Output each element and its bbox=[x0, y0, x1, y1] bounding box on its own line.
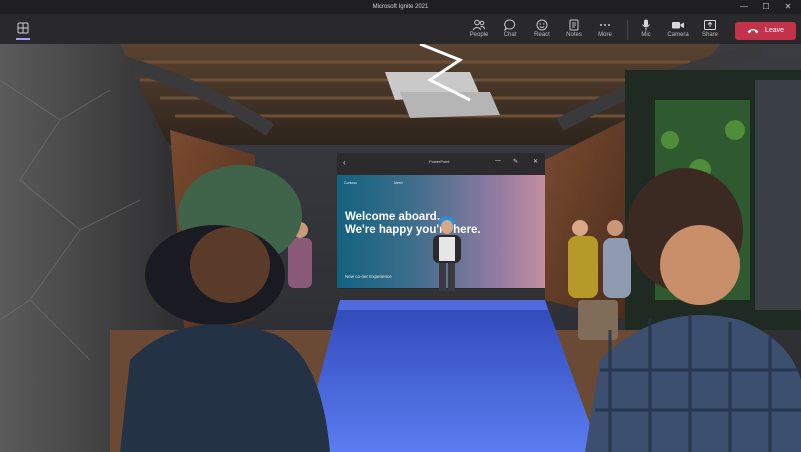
mic-icon bbox=[642, 19, 650, 31]
react-icon bbox=[536, 19, 548, 31]
pin-icon[interactable]: ✎ bbox=[513, 158, 518, 165]
slide-caption: New co-ner Experience bbox=[345, 274, 392, 279]
chat-label: Chat bbox=[503, 32, 517, 38]
mic-label: Mic bbox=[641, 32, 651, 38]
close-panel-icon[interactable]: ✕ bbox=[533, 158, 538, 165]
mic-button[interactable]: Mic bbox=[629, 19, 663, 43]
react-button[interactable]: React bbox=[525, 19, 559, 43]
toolbar-separator bbox=[627, 20, 628, 40]
shared-window-titlebar: ‹ PowerPoint — ✎ ✕ bbox=[337, 153, 545, 173]
chat-button[interactable]: Chat bbox=[493, 19, 527, 43]
presenter-avatar bbox=[433, 216, 461, 291]
mesh-room-view[interactable]: ‹ PowerPoint — ✎ ✕ Contoso Mesh Welcome … bbox=[0, 44, 801, 452]
slide-top-mid-text: Mesh bbox=[394, 181, 403, 185]
camera-button[interactable]: Camera bbox=[661, 19, 695, 43]
more-label: More bbox=[598, 32, 612, 38]
active-view-indicator bbox=[16, 38, 30, 40]
back-arrow-icon[interactable]: ‹ bbox=[343, 158, 346, 167]
people-label: People bbox=[469, 32, 489, 38]
notes-icon bbox=[569, 19, 579, 31]
minimize-panel-icon[interactable]: — bbox=[495, 158, 501, 164]
chat-icon bbox=[504, 19, 516, 31]
share-label: Share bbox=[701, 32, 718, 38]
minimize-button[interactable]: — bbox=[733, 1, 755, 13]
notes-label: Notes bbox=[566, 32, 582, 38]
notes-button[interactable]: Notes bbox=[557, 19, 591, 43]
slide-top-left-text: Contoso bbox=[344, 181, 358, 185]
share-button[interactable]: Share bbox=[693, 19, 727, 43]
window-title: Microsoft Ignite 2021 bbox=[372, 4, 429, 10]
people-button[interactable]: People bbox=[462, 19, 496, 43]
close-button[interactable]: ✕ bbox=[777, 1, 799, 13]
react-label: React bbox=[534, 32, 550, 38]
hang-up-icon bbox=[747, 29, 759, 34]
presentation-slide: Contoso Mesh Welcome aboard. We're happy… bbox=[337, 175, 545, 291]
leave-button[interactable]: Leave bbox=[735, 22, 796, 40]
view-switcher-button[interactable] bbox=[14, 20, 32, 40]
grid-view-icon bbox=[17, 22, 29, 34]
people-icon bbox=[472, 19, 486, 31]
shared-window-title: PowerPoint bbox=[429, 159, 450, 164]
leave-label: Leave bbox=[765, 27, 785, 34]
more-icon bbox=[600, 24, 610, 26]
maximize-button[interactable]: ☐ bbox=[755, 1, 777, 13]
camera-icon bbox=[672, 22, 684, 29]
camera-label: Camera bbox=[667, 32, 689, 38]
more-button[interactable]: More bbox=[588, 19, 622, 43]
share-icon bbox=[704, 20, 716, 30]
window-title-bar: Microsoft Ignite 2021 — ☐ ✕ bbox=[0, 0, 801, 14]
